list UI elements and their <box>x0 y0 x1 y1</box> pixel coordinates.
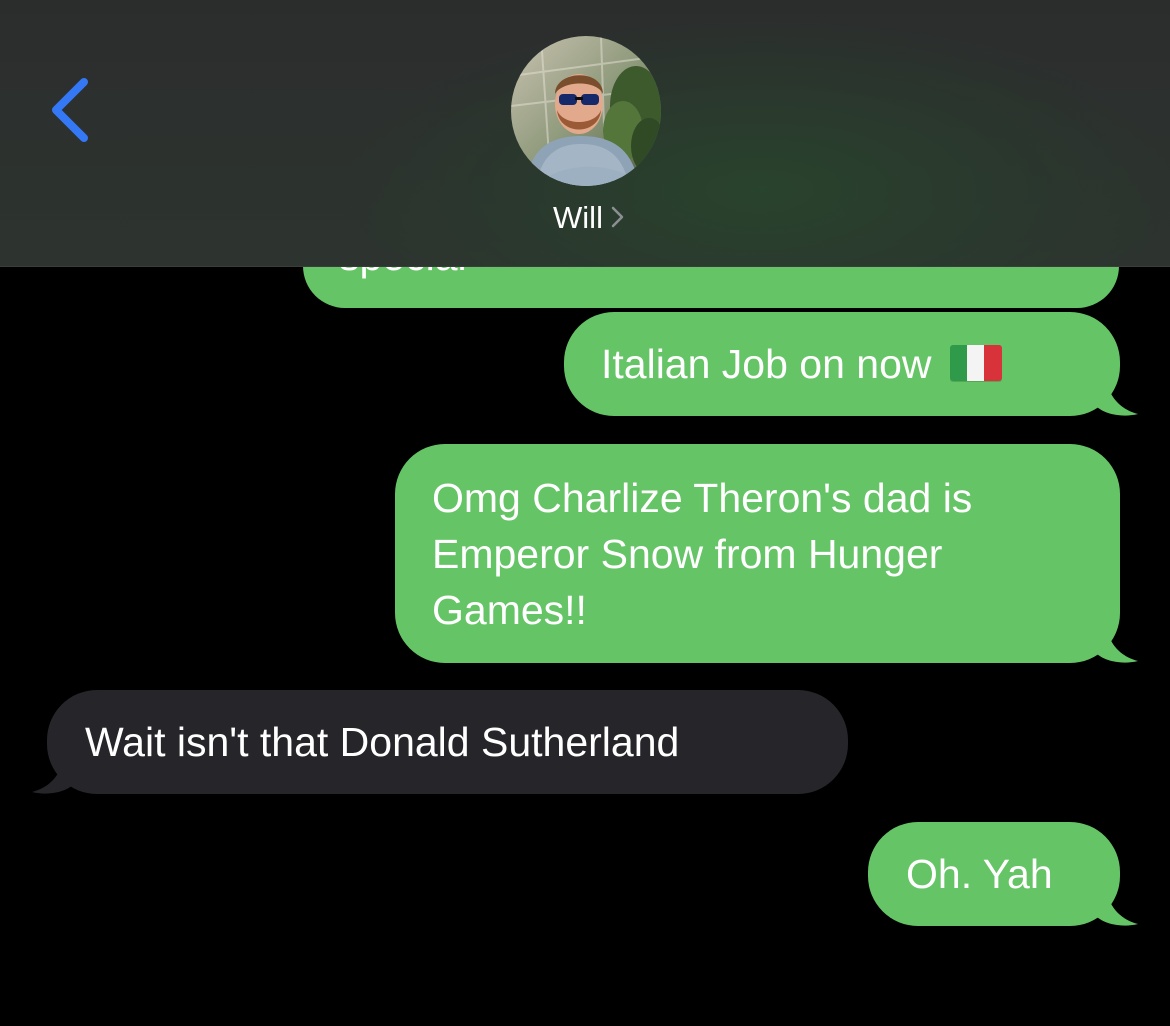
message-bubble-received[interactable]: Wait isn't that Donald Sutherland <box>47 690 848 794</box>
italy-flag-emoji <box>949 345 1002 381</box>
message-text: Italian Job on now <box>601 341 932 387</box>
message-text-line: Games!! <box>432 587 587 633</box>
conversation-header: Will <box>0 0 1170 267</box>
bubble-tail-received <box>32 754 74 794</box>
chevron-right-icon <box>611 206 624 228</box>
message-text-line: Emperor Snow from Hunger <box>432 531 943 577</box>
contact-name-button[interactable]: Will <box>0 196 1170 240</box>
contact-name: Will <box>553 200 603 235</box>
chevron-left-icon <box>52 78 88 142</box>
message-bubble-sent[interactable]: Italian Job on now <box>564 312 1120 416</box>
message-text: Wait isn't that Donald Sutherland <box>85 719 680 765</box>
bubble-tail-sent <box>1096 886 1138 926</box>
message-bubble-sent[interactable]: Omg Charlize Theron's dad is Emperor Sno… <box>395 444 1120 663</box>
bubble-tail-sent <box>1096 376 1138 416</box>
message-text-line: Omg Charlize Theron's dad is <box>432 475 973 521</box>
back-button[interactable] <box>40 70 100 150</box>
bubble-tail-sent <box>1096 623 1138 663</box>
avatar-photo <box>511 36 661 186</box>
message-bubble-sent[interactable]: Oh. Yah <box>868 822 1120 926</box>
contact-avatar[interactable] <box>511 36 661 186</box>
message-text: Oh. Yah <box>906 851 1053 897</box>
